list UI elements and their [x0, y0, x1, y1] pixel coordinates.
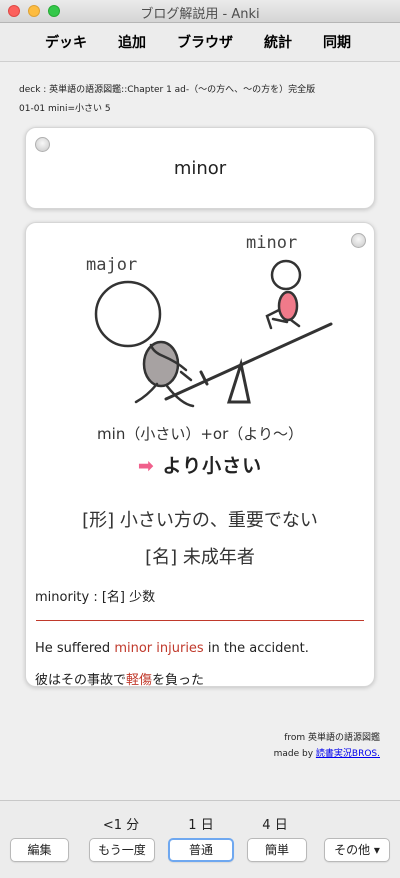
right-arrow-icon: ➡: [137, 455, 155, 477]
sync-button[interactable]: 同期: [323, 32, 351, 52]
example-japanese-before: 彼はその事故で: [35, 673, 127, 688]
illustration-label-major: major: [86, 255, 137, 275]
credit-author-prefix: made by: [273, 749, 316, 759]
definition-adjective: [形] 小さい方の、重要でない: [82, 510, 318, 531]
definition-noun: [名] 未成年者: [145, 547, 255, 568]
window-titlebar: ブログ解説用 - Anki: [0, 0, 400, 23]
front-card: minor: [25, 127, 375, 209]
browse-button[interactable]: ブラウザ: [177, 32, 233, 52]
minor-figure-icon: [265, 259, 302, 330]
add-button[interactable]: 追加: [118, 32, 146, 52]
good-button[interactable]: 普通: [168, 838, 234, 862]
example-japanese-highlight: 軽傷: [126, 673, 153, 688]
card-id: 01-01 mini=小さい 5: [19, 104, 111, 114]
decks-button[interactable]: デッキ: [45, 32, 87, 52]
again-button[interactable]: もう一度: [89, 838, 155, 862]
answer-bar: <1 分 1 日 4 日 編集 もう一度 普通 簡単 その他 ▾: [0, 800, 400, 878]
interval-good: 1 日: [188, 818, 214, 833]
divider-line: [36, 620, 364, 621]
example-english: He suffered minor injuries in the accide…: [35, 641, 309, 656]
example-english-highlight: minor injuries: [114, 641, 204, 656]
etymology-formula: min（小さい）+or（より〜）: [97, 425, 303, 443]
example-english-after: in the accident.: [203, 641, 309, 656]
core-meaning-text: より小さい: [162, 455, 263, 477]
credit-author: made by 読書実況BROS.: [274, 746, 380, 759]
example-japanese-after: を負った: [152, 673, 205, 688]
credit-source: from 英単語の語源図鑑: [284, 733, 380, 743]
deck-path: deck : 英単語の語源図鑑::Chapter 1 ad-（〜の方へ、〜の方を…: [19, 85, 316, 95]
interval-again: <1 分: [102, 818, 140, 833]
more-button[interactable]: その他 ▾: [324, 838, 390, 862]
core-meaning: ➡ より小さい: [26, 451, 374, 478]
window-title: ブログ解説用 - Anki: [140, 7, 260, 22]
easy-button[interactable]: 簡単: [247, 838, 307, 862]
front-word: minor: [173, 158, 227, 179]
example-english-before: He suffered: [35, 641, 115, 656]
author-link[interactable]: 読書実況BROS.: [316, 749, 380, 759]
seesaw-illustration: major minor: [86, 233, 333, 408]
back-card: major minor min（小さい）+or（より〜） ➡ より小さい [形]…: [25, 222, 375, 688]
major-figure-icon: [94, 280, 195, 408]
edit-button[interactable]: 編集: [10, 838, 69, 862]
example-japanese: 彼はその事故で軽傷を負った: [35, 669, 204, 688]
derivative-word: minority : [名] 少数: [35, 590, 156, 605]
interval-easy: 4 日: [262, 818, 288, 833]
main-toolbar: デッキ 追加 ブラウザ 統計 同期: [0, 23, 400, 62]
illustration-label-minor: minor: [246, 233, 297, 253]
stats-button[interactable]: 統計: [264, 32, 292, 52]
seesaw-icon: [164, 322, 333, 404]
front-radio-icon: [35, 137, 50, 152]
